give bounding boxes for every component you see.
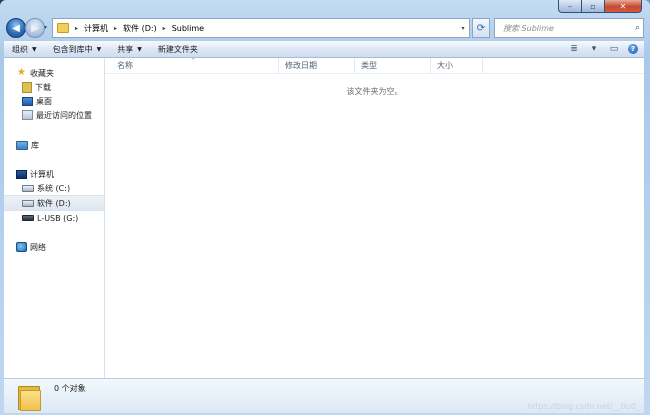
navigation-pane: ★ 收藏夹 下载 桌面 最近访问的位置 库 计算机 系统 (C:) 软件 (D:… [4, 58, 105, 378]
organize-label: 组织 [12, 44, 28, 54]
favorites-label: 收藏夹 [30, 68, 54, 78]
include-in-library-label: 包含到库中 [52, 44, 93, 54]
hard-drive-icon [22, 199, 34, 207]
item-count: 0 个对象 [54, 384, 86, 393]
watermark-text: https://blog.csdn.net/__0u0_ [527, 402, 640, 411]
breadcrumb-separator-icon[interactable]: ▸ [114, 25, 117, 32]
nav-item-favorites[interactable]: ★ 收藏夹 [4, 66, 104, 80]
folder-icon [57, 23, 69, 33]
history-dropdown-icon[interactable]: ▾ [44, 24, 47, 31]
address-bar[interactable]: ▸ 计算机 ▸ 软件 (D:) ▸ Sublime ▾ [52, 18, 470, 38]
nav-item-drive-g[interactable]: L-USB (G:) [4, 211, 104, 225]
search-box: ⌕ [494, 18, 644, 38]
column-header-size[interactable]: 大小 [431, 58, 483, 73]
column-headers: ^ 名称 修改日期 类型 大小 [105, 58, 644, 74]
minimize-button[interactable]: – [558, 0, 582, 13]
empty-folder-message: 该文件夹为空。 [346, 87, 403, 96]
new-folder-label: 新建文件夹 [157, 44, 198, 54]
nav-item-drive-c[interactable]: 系统 (C:) [4, 181, 104, 195]
breadcrumb-separator-icon[interactable]: ▸ [75, 25, 78, 32]
recent-places-label: 最近访问的位置 [36, 110, 92, 120]
breadcrumb-separator-icon[interactable]: ▸ [163, 25, 166, 32]
forward-button[interactable]: ▶ [25, 18, 45, 38]
back-button[interactable]: ◀ [6, 18, 26, 38]
column-header-name[interactable]: 名称 [111, 58, 279, 73]
navigation-row: ◀ ▶ ▾ ▸ 计算机 ▸ 软件 (D:) ▸ Sublime ▾ ⟳ ⌕ [4, 16, 644, 40]
column-header-date-modified[interactable]: 修改日期 [279, 58, 355, 73]
favorites-group: ★ 收藏夹 下载 桌面 最近访问的位置 [4, 66, 104, 122]
usb-drive-icon [22, 215, 34, 221]
view-options-icon[interactable]: ≣ [566, 42, 582, 56]
computer-group: 计算机 系统 (C:) 软件 (D:) L-USB (G:) [4, 167, 104, 225]
search-icon[interactable]: ⌕ [635, 23, 640, 33]
nav-item-network[interactable]: 网络 [4, 240, 104, 254]
system-drive-icon [22, 184, 34, 192]
toolbar-right-group: ≣ ▾ ▭ ? [564, 41, 644, 57]
nav-item-downloads[interactable]: 下载 [4, 80, 104, 94]
libraries-label: 库 [31, 140, 39, 150]
share-label: 共享 [117, 44, 134, 54]
close-button[interactable]: ✕ [605, 0, 642, 13]
nav-item-libraries[interactable]: 库 [4, 138, 104, 152]
downloads-icon [22, 81, 32, 93]
nav-item-recent-places[interactable]: 最近访问的位置 [4, 108, 104, 122]
chevron-down-icon: ▼ [137, 45, 142, 53]
computer-label: 计算机 [30, 169, 54, 179]
chevron-down-icon: ▼ [96, 45, 102, 53]
breadcrumb-drive-d[interactable]: 软件 (D:) [123, 23, 157, 34]
organize-menu-button[interactable]: 组织 ▼ [4, 41, 45, 57]
details-pane: 0 个对象 https://blog.csdn.net/__0u0_ [4, 378, 644, 413]
desktop-icon [22, 96, 33, 106]
network-icon [16, 242, 27, 252]
view-dropdown-icon[interactable]: ▾ [586, 42, 602, 56]
star-icon: ★ [17, 67, 26, 78]
include-in-library-button[interactable]: 包含到库中 ▼ [45, 41, 110, 57]
chevron-down-icon: ▼ [32, 45, 37, 53]
recent-places-icon [22, 110, 33, 120]
nav-item-computer[interactable]: 计算机 [4, 167, 104, 181]
desktop-label: 桌面 [36, 96, 52, 106]
breadcrumb-sublime[interactable]: Sublime [172, 24, 204, 33]
new-folder-button[interactable]: 新建文件夹 [150, 41, 206, 57]
maximize-button[interactable]: ▫ [582, 0, 605, 13]
preview-pane-icon[interactable]: ▭ [606, 42, 622, 56]
caption-buttons: – ▫ ✕ [558, 0, 642, 13]
explorer-window: – ▫ ✕ ◀ ▶ ▾ ▸ 计算机 ▸ 软件 (D:) ▸ Sublime ▾ … [0, 0, 650, 415]
network-group: 网络 [4, 240, 104, 254]
help-icon[interactable]: ? [628, 44, 638, 54]
nav-item-drive-d[interactable]: 软件 (D:) [4, 195, 104, 211]
libraries-group: 库 [4, 138, 104, 152]
search-input[interactable] [501, 22, 625, 34]
folder-icon [18, 383, 41, 411]
drive-c-label: 系统 (C:) [37, 183, 71, 193]
network-label: 网络 [30, 242, 46, 252]
computer-icon [16, 169, 27, 179]
command-toolbar: 组织 ▼ 包含到库中 ▼ 共享 ▼ 新建文件夹 ≣ ▾ ▭ ? [4, 40, 644, 58]
drive-g-label: L-USB (G:) [37, 213, 79, 223]
address-dropdown-icon[interactable]: ▾ [456, 19, 469, 37]
libraries-icon [16, 140, 28, 150]
breadcrumb-computer[interactable]: 计算机 [84, 23, 108, 34]
drive-d-label: 软件 (D:) [37, 198, 71, 208]
downloads-label: 下载 [35, 82, 51, 92]
nav-item-desktop[interactable]: 桌面 [4, 94, 104, 108]
file-list-pane[interactable]: ^ 名称 修改日期 类型 大小 该文件夹为空。 [105, 58, 644, 378]
refresh-button[interactable]: ⟳ [472, 18, 490, 38]
column-header-type[interactable]: 类型 [355, 58, 431, 73]
share-button[interactable]: 共享 ▼ [109, 41, 150, 57]
